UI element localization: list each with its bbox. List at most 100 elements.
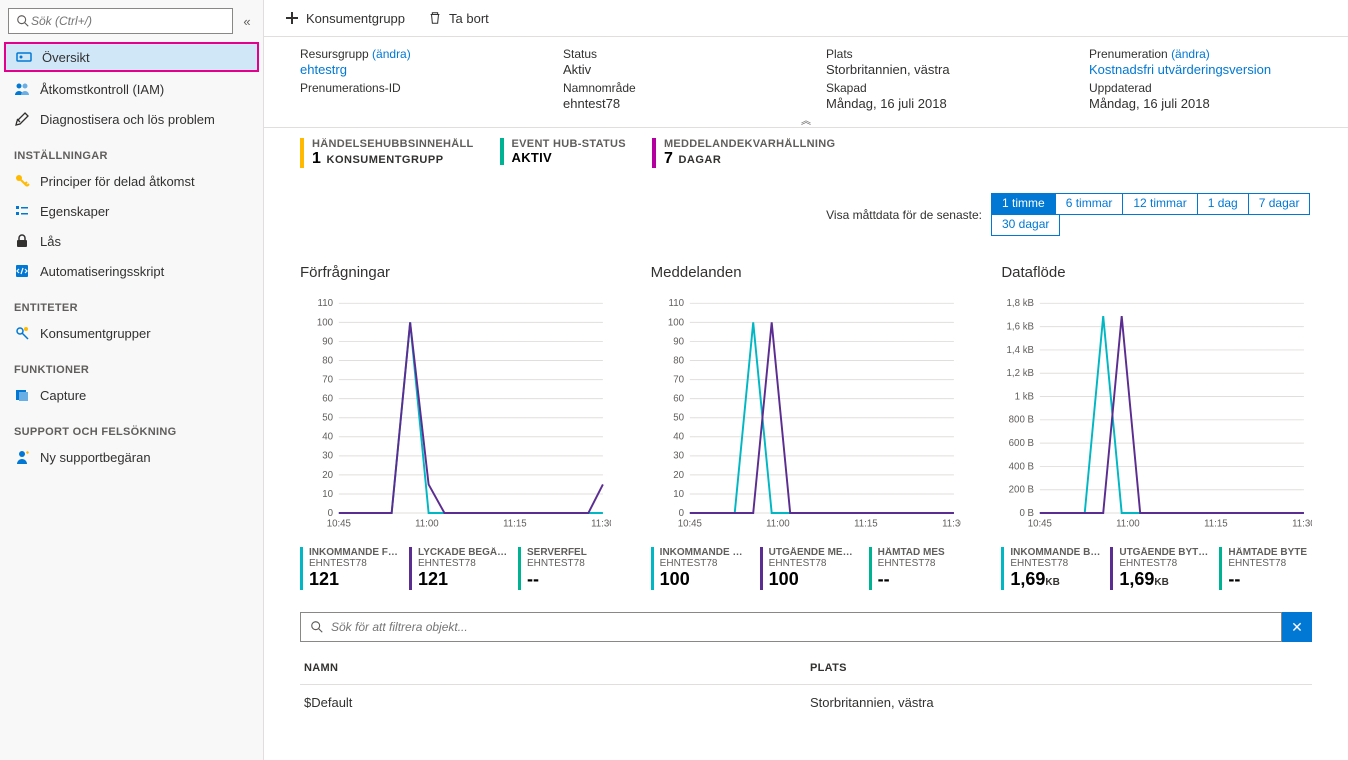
- metric-inkommande-byte-: INKOMMANDE BYTE (...EHNTEST781,69KB: [1001, 547, 1100, 590]
- svg-text:60: 60: [673, 394, 684, 405]
- svg-text:11:15: 11:15: [854, 519, 878, 530]
- svg-text:11:30: 11:30: [591, 519, 611, 530]
- svg-text:10: 10: [673, 489, 684, 500]
- svg-text:40: 40: [322, 432, 333, 443]
- metric-h-mtade-byte: HÄMTADE BYTEEHNTEST78--: [1219, 547, 1312, 590]
- svg-text:10:45: 10:45: [1028, 519, 1052, 530]
- sidebar-item-egenskaper[interactable]: Egenskaper: [0, 196, 263, 226]
- sidebar-item-ny-supportbeg-ran[interactable]: Ny supportbegäran: [0, 442, 263, 472]
- col-name[interactable]: NAMN: [300, 656, 806, 680]
- clear-filter-button[interactable]: ✕: [1282, 612, 1312, 642]
- timefilter-6-timmar[interactable]: 6 timmar: [1055, 193, 1124, 215]
- filter-objects-input[interactable]: [331, 620, 1273, 634]
- timefilter-1-timme[interactable]: 1 timme: [991, 193, 1056, 215]
- collapse-essentials-icon[interactable]: ︽: [793, 112, 819, 127]
- svg-text:1,6 kB: 1,6 kB: [1007, 322, 1034, 333]
- metric-inkommande-f-rf-: INKOMMANDE FÖRF...EHNTEST78121: [300, 547, 399, 590]
- stat-meddelandekvarh-llning: MEDDELANDEKVARHÅLLNING7 DAGAR: [652, 138, 835, 168]
- subscription-value[interactable]: Kostnadsfri utvärderingsversion: [1089, 62, 1312, 77]
- chart-plot[interactable]: 010203040506070809010011010:4511:0011:15…: [651, 289, 962, 539]
- sidebar: « ÖversiktÅtkomstkontroll (IAM)Diagnosti…: [0, 0, 264, 760]
- chart-förfrågningar: Förfrågningar010203040506070809010011010…: [300, 264, 611, 590]
- chart-title: Förfrågningar: [300, 264, 611, 281]
- stat-event-hub-status: EVENT HUB-STATUSAKTIV: [500, 138, 626, 165]
- svg-text:110: 110: [318, 298, 334, 309]
- sidebar-item-principer-f-r-delad-tkomst[interactable]: Principer för delad åtkomst: [0, 166, 263, 196]
- script-icon: [14, 263, 30, 279]
- svg-text:40: 40: [673, 432, 684, 443]
- sidebar-section-support och felsökning: SUPPORT OCH FELSÖKNING: [0, 410, 263, 442]
- sidebar-section-inställningar: INSTÄLLNINGAR: [0, 134, 263, 166]
- timefilter-30-dagar[interactable]: 30 dagar: [991, 214, 1060, 236]
- svg-text:400 B: 400 B: [1009, 461, 1034, 472]
- resource-group-value[interactable]: ehtestrg: [300, 62, 523, 77]
- stat-h-ndelsehubbsinneh-ll: HÄNDELSEHUBBSINNEHÅLL1 KONSUMENTGRUPP: [300, 138, 474, 168]
- timefilter-7-dagar[interactable]: 7 dagar: [1248, 193, 1311, 215]
- consumer-groups-table: NAMN PLATS $DefaultStorbritannien, västr…: [300, 656, 1312, 720]
- svg-text:800 B: 800 B: [1009, 415, 1034, 426]
- sidebar-item-l-s[interactable]: Lås: [0, 226, 263, 256]
- metric-serverfel: SERVERFELEHNTEST78--: [518, 547, 611, 590]
- plus-icon: [284, 10, 300, 26]
- svg-text:10:45: 10:45: [327, 519, 351, 530]
- label-subscription-id: Prenumerations-ID: [300, 81, 523, 95]
- svg-text:11:30: 11:30: [1292, 519, 1312, 530]
- timefilter-12-timmar[interactable]: 12 timmar: [1122, 193, 1197, 215]
- consumer-icon: [14, 325, 30, 341]
- svg-text:200 B: 200 B: [1009, 485, 1034, 496]
- change-subscription-link[interactable]: (ändra): [1171, 47, 1210, 61]
- key-icon: [14, 173, 30, 189]
- svg-text:600 B: 600 B: [1009, 438, 1034, 449]
- label-subscription: Prenumeration: [1089, 47, 1168, 61]
- table-row[interactable]: $DefaultStorbritannien, västra: [300, 685, 1312, 720]
- label-resource-group: Resursgrupp: [300, 47, 369, 61]
- search-icon: [309, 619, 325, 635]
- trash-icon: [427, 10, 443, 26]
- chart-title: Meddelanden: [651, 264, 962, 281]
- sidebar-item--tkomstkontroll-iam-[interactable]: Åtkomstkontroll (IAM): [0, 74, 263, 104]
- svg-text:20: 20: [673, 470, 684, 481]
- col-location[interactable]: PLATS: [806, 656, 1312, 680]
- sidebar-search-input[interactable]: [31, 14, 226, 28]
- namespace-value: ehntest78: [563, 96, 786, 111]
- chart-plot[interactable]: 0 B200 B400 B600 B800 B1 kB1,2 kB1,4 kB1…: [1001, 289, 1312, 539]
- svg-text:100: 100: [317, 317, 334, 328]
- svg-text:11:30: 11:30: [942, 519, 962, 530]
- iam-icon: [14, 81, 30, 97]
- svg-text:30: 30: [673, 451, 684, 462]
- props-icon: [14, 203, 30, 219]
- label-namespace: Namnområde: [563, 81, 786, 95]
- svg-text:90: 90: [673, 336, 684, 347]
- metric-inkommande-med-: INKOMMANDE MED...EHNTEST78100: [651, 547, 750, 590]
- capture-icon: [14, 387, 30, 403]
- timefilter-1-dag[interactable]: 1 dag: [1197, 193, 1249, 215]
- svg-text:10: 10: [322, 489, 333, 500]
- label-created: Skapad: [826, 81, 1049, 95]
- collapse-sidebar-icon[interactable]: «: [239, 14, 255, 29]
- label-location: Plats: [826, 47, 1049, 61]
- svg-text:1 kB: 1 kB: [1015, 391, 1034, 402]
- metric-utg-ende-medd-: UTGÅENDE MEDD...EHNTEST78100: [760, 547, 859, 590]
- svg-text:60: 60: [322, 394, 333, 405]
- filter-objects-box[interactable]: [300, 612, 1282, 642]
- sidebar-item-automatiseringsskript[interactable]: Automatiseringsskript: [0, 256, 263, 286]
- sidebar-item-diagnostisera-och-l-s-problem[interactable]: Diagnostisera och lös problem: [0, 104, 263, 134]
- sidebar-section-entiteter: ENTITETER: [0, 286, 263, 318]
- sidebar-item--versikt[interactable]: Översikt: [4, 42, 259, 72]
- chart-plot[interactable]: 010203040506070809010011010:4511:0011:15…: [300, 289, 611, 539]
- main-panel: Konsumentgrupp Ta bort Resursgrupp (ändr…: [264, 0, 1348, 760]
- location-value: Storbritannien, västra: [826, 62, 1049, 77]
- sidebar-search[interactable]: [8, 8, 233, 34]
- metric-h-mtad-mes: HÄMTAD MESEHNTEST78--: [869, 547, 962, 590]
- sidebar-item-konsumentgrupper[interactable]: Konsumentgrupper: [0, 318, 263, 348]
- search-icon: [15, 13, 31, 29]
- sidebar-item-capture[interactable]: Capture: [0, 380, 263, 410]
- updated-value: Måndag, 16 juli 2018: [1089, 96, 1312, 111]
- svg-text:10:45: 10:45: [677, 519, 701, 530]
- add-consumer-group-button[interactable]: Konsumentgrupp: [282, 6, 407, 30]
- change-resource-group-link[interactable]: (ändra): [372, 47, 411, 61]
- svg-text:11:00: 11:00: [766, 519, 790, 530]
- essentials-panel: Resursgrupp (ändra) ehtestrg Status Akti…: [264, 37, 1348, 121]
- delete-button[interactable]: Ta bort: [425, 6, 491, 30]
- svg-text:50: 50: [322, 413, 333, 424]
